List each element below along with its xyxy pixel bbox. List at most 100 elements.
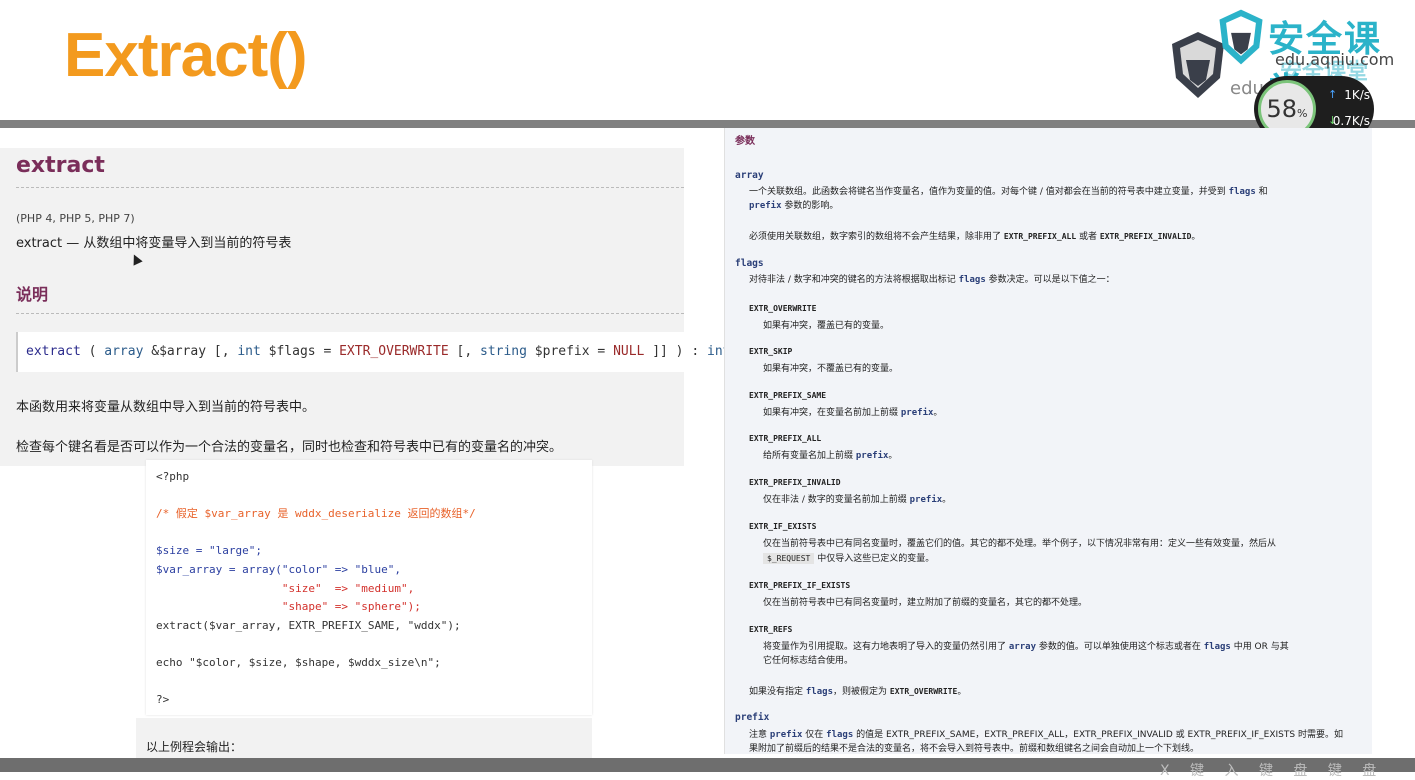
text: 中仅导入这些已定义的变量。 [814,554,935,564]
sig-part: ]] ) : [644,344,707,359]
const-desc-2: 它任何标志结合使用。 [763,656,854,666]
const-name: EXTR_PREFIX_IF_EXISTS [749,581,851,590]
upload-rate: 1K/s [1344,88,1370,102]
const-desc: 如果有冲突，不覆盖已有的变量。 [763,364,899,374]
default-flags-note: 如果没有指定 flags，则被假定为 EXTR_OVERWRITE。 [749,684,966,697]
sig-part: $prefix = [526,344,614,359]
param-array-note: 必须使用关联数组，数字索引的数组将不会产生结果，除非用了 EXTR_PREFIX… [749,229,1200,242]
sig-fn: extract [26,344,81,359]
text: 中用 OR 与其 [1230,642,1289,652]
code-span: $_REQUEST [763,553,815,564]
kw: array [1008,642,1036,652]
usage-percent: 58 [1266,95,1298,123]
kw: flags [826,730,854,740]
text: ，则被假定为 [832,687,887,697]
text: 和 [1255,187,1268,197]
const-name: EXTR_REFS [749,625,793,634]
text: 。 [1191,232,1201,242]
sig-part: ( [80,344,105,359]
divider [16,187,684,188]
const-desc: 如果有冲突，覆盖已有的变量。 [763,321,890,331]
param-flags: flags [735,258,764,269]
kw: prefix [855,451,889,461]
const-desc: 仅在当前符号表中已有同名变量时，覆盖它们的值。其它的都不处理。举个例子，以下情况… [763,539,1277,549]
code-line: "size" => "medium", [156,581,415,595]
const-name: EXTR_IF_EXISTS [749,522,817,531]
function-signature: extract ( array &$array [, int $flags = … [26,344,730,359]
text: 将变量作为引用提取。这有力地表明了导入的变量仍然引用了 [763,642,1007,652]
text: 一个关联数组。此函数会将键名当作变量名，值作为变量的值。对每个键 / 值对都会在… [749,187,1226,197]
text: 参数的值。可以单独使用这个标志或者在 [1035,642,1201,652]
download-rate: 0.7K/s [1332,114,1370,128]
kw: prefix [909,495,943,505]
text: 必须使用关联数组，数字索引的数组将不会产生结果，除非用了 [749,232,1002,242]
param-array: array [735,170,764,181]
text: 。 [888,451,898,461]
php-versions: (PHP 4, PHP 5, PHP 7) [16,212,135,225]
const-desc: 将变量作为引用提取。这有力地表明了导入的变量仍然引用了 array 参数的值。可… [763,639,1289,652]
code-line: <?php [156,470,190,483]
sig-part: $flags = [260,344,340,359]
text: 仅在 [802,730,824,740]
kw: prefix [900,408,934,418]
param-prefix: prefix [735,712,770,723]
const-desc: 给所有变量名加上前缀 prefix。 [763,448,897,461]
text: 如果没有指定 [749,687,804,697]
code-block: <?php /* 假定 $var_array 是 wddx_deserializ… [156,468,476,710]
text: 。 [933,408,943,418]
code-example: <?php /* 假定 $var_array 是 wddx_deserializ… [146,460,592,715]
description-paragraph: 本函数用来将变量从数组中导入到当前的符号表中。 [16,400,316,415]
text: 仅在非法 / 数字的变量名前加上前缀 [763,495,907,505]
const-name: EXTR_SKIP [749,347,793,356]
const-name: EXTR_PREFIX_SAME [749,391,827,400]
output-label: 以上例程会输出： [146,740,243,754]
text: 。 [957,687,967,697]
kw: flags [1203,642,1231,652]
slide-divider-top [0,120,1415,128]
manual-left-panel [0,148,684,466]
sig-part: [, [448,344,480,359]
const: EXTR_PREFIX_ALL [1003,232,1077,241]
code-line: "shape" => "sphere"); [156,600,421,614]
code-line: $var_array = array("color" => "blue", [156,562,402,576]
param-array-desc-2: prefix 参数的影响。 [749,198,838,211]
text: 的值是 EXTR_PREFIX_SAME，EXTR_PREFIX_ALL，EXT… [853,730,1343,740]
param-array-desc: 一个关联数组。此函数会将键名当作变量名，值作为变量的值。对每个键 / 值对都会在… [749,184,1268,197]
logo-url: edu.aqniu.com [1275,50,1395,69]
section-heading-description: 说明 [16,285,49,304]
code-comment: /* 假定 $var_array 是 wddx_deserialize 返回的数… [156,507,476,521]
sig-type: string [480,344,527,359]
const-desc: 仅在当前符号表中已有同名变量时，建立附加了前缀的变量名，其它的都不处理。 [763,598,1088,608]
divider [16,313,684,314]
text: 对待非法 / 数字和冲突的键名的方法将根据取出标记 [749,275,956,285]
const: EXTR_PREFIX_INVALID [1099,232,1192,241]
sig-type: int [237,344,261,359]
kw: flags [805,687,833,697]
function-heading: extract [16,153,105,178]
sig-type: array [104,344,144,359]
text: 或者 [1076,232,1100,242]
text: 。 [942,495,952,505]
code-line: echo "$color, $size, $shape, $wddx_size\… [156,655,441,669]
kw: flags [1228,187,1256,197]
sig-const: EXTR_OVERWRITE [339,344,449,359]
manual-right-panel: 参数 array 一个关联数组。此函数会将键名当作变量名，值作为变量的值。对每个… [724,128,1372,754]
text: 参数决定。可以是以下值之一： [985,275,1115,285]
bottom-overlay-text: X 键 入 键 盘 键 盘 [1160,763,1385,779]
code-line: ?> [156,693,170,707]
const-desc: 仅在非法 / 数字的变量名前加上前缀 prefix。 [763,492,951,505]
const-desc-2: $_REQUEST 中仅导入这些已定义的变量。 [763,551,934,564]
text: 如果有冲突，在变量名前加上前缀 [763,408,899,418]
code-line: extract($var_array, EXTR_PREFIX_SAME, "w… [156,618,461,632]
text: 给所有变量名加上前缀 [763,451,854,461]
function-summary: extract — 从数组中将变量导入到当前的符号表 [16,236,292,251]
param-flags-desc: 对待非法 / 数字和冲突的键名的方法将根据取出标记 flags 参数决定。可以是… [749,272,1115,285]
const-name: EXTR_PREFIX_ALL [749,434,822,443]
const: EXTR_OVERWRITE [889,687,958,696]
sig-part: &$array [, [143,344,238,359]
usage-unit: % [1297,106,1308,120]
kw: prefix [749,201,782,211]
description-paragraph: 检查每个键名看是否可以作为一个合法的变量名，同时也检查和符号表中已有的变量名的冲… [16,440,563,455]
kw: flags [958,275,986,285]
const-name: EXTR_PREFIX_INVALID [749,478,841,487]
